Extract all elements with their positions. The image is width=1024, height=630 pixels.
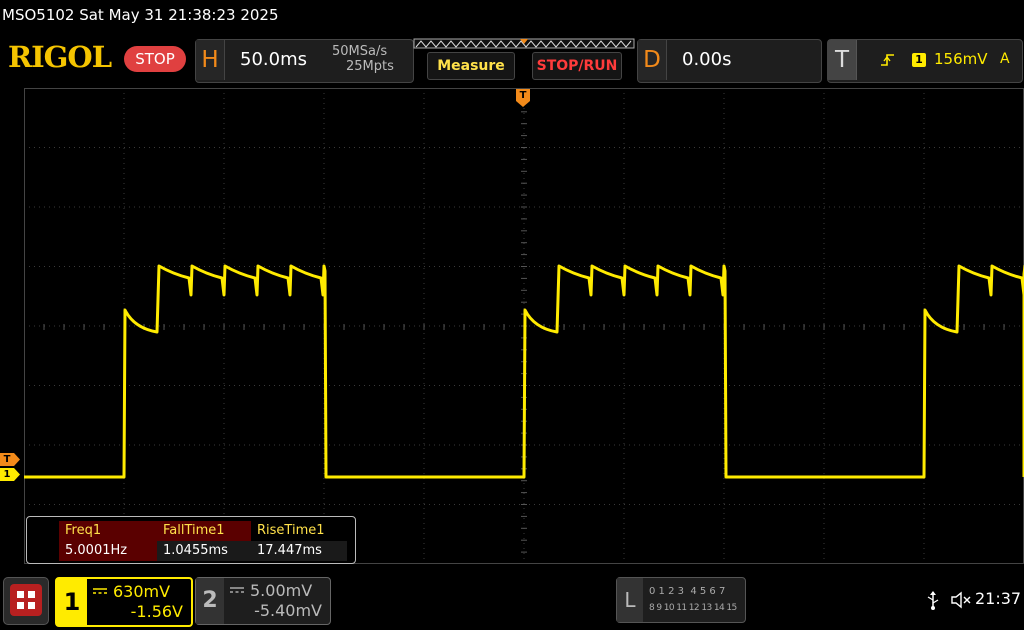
trigger-position-marker[interactable]: T [516,89,530,107]
measure-header-risetime: RiseTime1 [251,521,347,541]
trigger-level: 156mV [934,50,988,68]
usb-icon [927,591,939,610]
measurement-panel[interactable]: Freq1 FallTime1 RiseTime1 5.0001Hz 1.045… [26,516,356,564]
rising-edge-icon [881,54,894,66]
dc-coupling-icon [93,588,107,594]
measure-value-risetime: 17.447ms [251,541,347,561]
channel1-number: 1 [57,579,87,625]
window-title: MSO5102 Sat May 31 21:38:23 2025 [2,6,279,24]
trigger-level-marker[interactable]: T [0,453,20,466]
run-state-badge[interactable]: STOP [124,46,186,72]
measure-value-freq: 5.0001Hz [59,541,157,561]
channel1-offset: -1.56V [130,602,183,621]
dc-coupling-icon [230,587,244,593]
speaker-muted-icon[interactable] [950,590,972,610]
trigger-panel[interactable]: T 1 156mV A [827,39,1023,83]
trigger-mode: A [1000,51,1010,67]
channel1-offset-marker[interactable]: 1 [0,468,20,481]
sample-rate: 50MSa/s [332,44,388,59]
menu-button[interactable] [3,577,49,625]
memory-overview-bar[interactable] [412,37,636,51]
channel2-number: 2 [196,578,224,624]
measure-header-falltime: FallTime1 [157,521,251,541]
channel1-scale: 630mV [113,582,171,601]
measure-button[interactable]: Measure [427,52,515,80]
measure-header-freq: Freq1 [59,521,157,541]
delay-value: 0.00s [682,49,732,70]
delay-letter: D [638,40,667,80]
memory-depth: 25Mpts [346,59,394,74]
horizontal-letter: H [196,40,225,80]
logic-channels-row1: 0 1 2 3 4 5 6 7 [649,586,726,597]
channel1-panel[interactable]: 1 630mV -1.56V [55,577,193,627]
logic-letter: L [617,578,643,622]
channel2-offset: -5.40mV [254,601,322,620]
channel2-scale: 5.00mV [250,581,313,600]
delay-panel[interactable]: D 0.00s [637,39,822,83]
logic-analyzer-panel[interactable]: L 0 1 2 3 4 5 6 7 8 9 10 11 12 13 14 15 [616,577,746,623]
rigol-logo: RIGOL [8,40,112,74]
horizontal-panel[interactable]: H 50.0ms 50MSa/s 25Mpts [195,39,414,83]
grid-menu-icon [17,591,35,609]
waveform-display[interactable] [24,88,1024,564]
trigger-letter: T [828,40,857,80]
measure-value-falltime: 1.0455ms [157,541,251,561]
logic-channels-row2: 8 9 10 11 12 13 14 15 [649,603,737,613]
timebase-value: 50.0ms [240,49,307,70]
stop-run-button[interactable]: STOP/RUN [532,52,622,80]
trigger-source-badge: 1 [912,53,926,67]
title-bar: MSO5102 Sat May 31 21:38:23 2025 [0,0,1024,30]
clock-time: 21:37 [975,589,1022,608]
channel2-panel[interactable]: 2 5.00mV -5.40mV [195,577,331,625]
